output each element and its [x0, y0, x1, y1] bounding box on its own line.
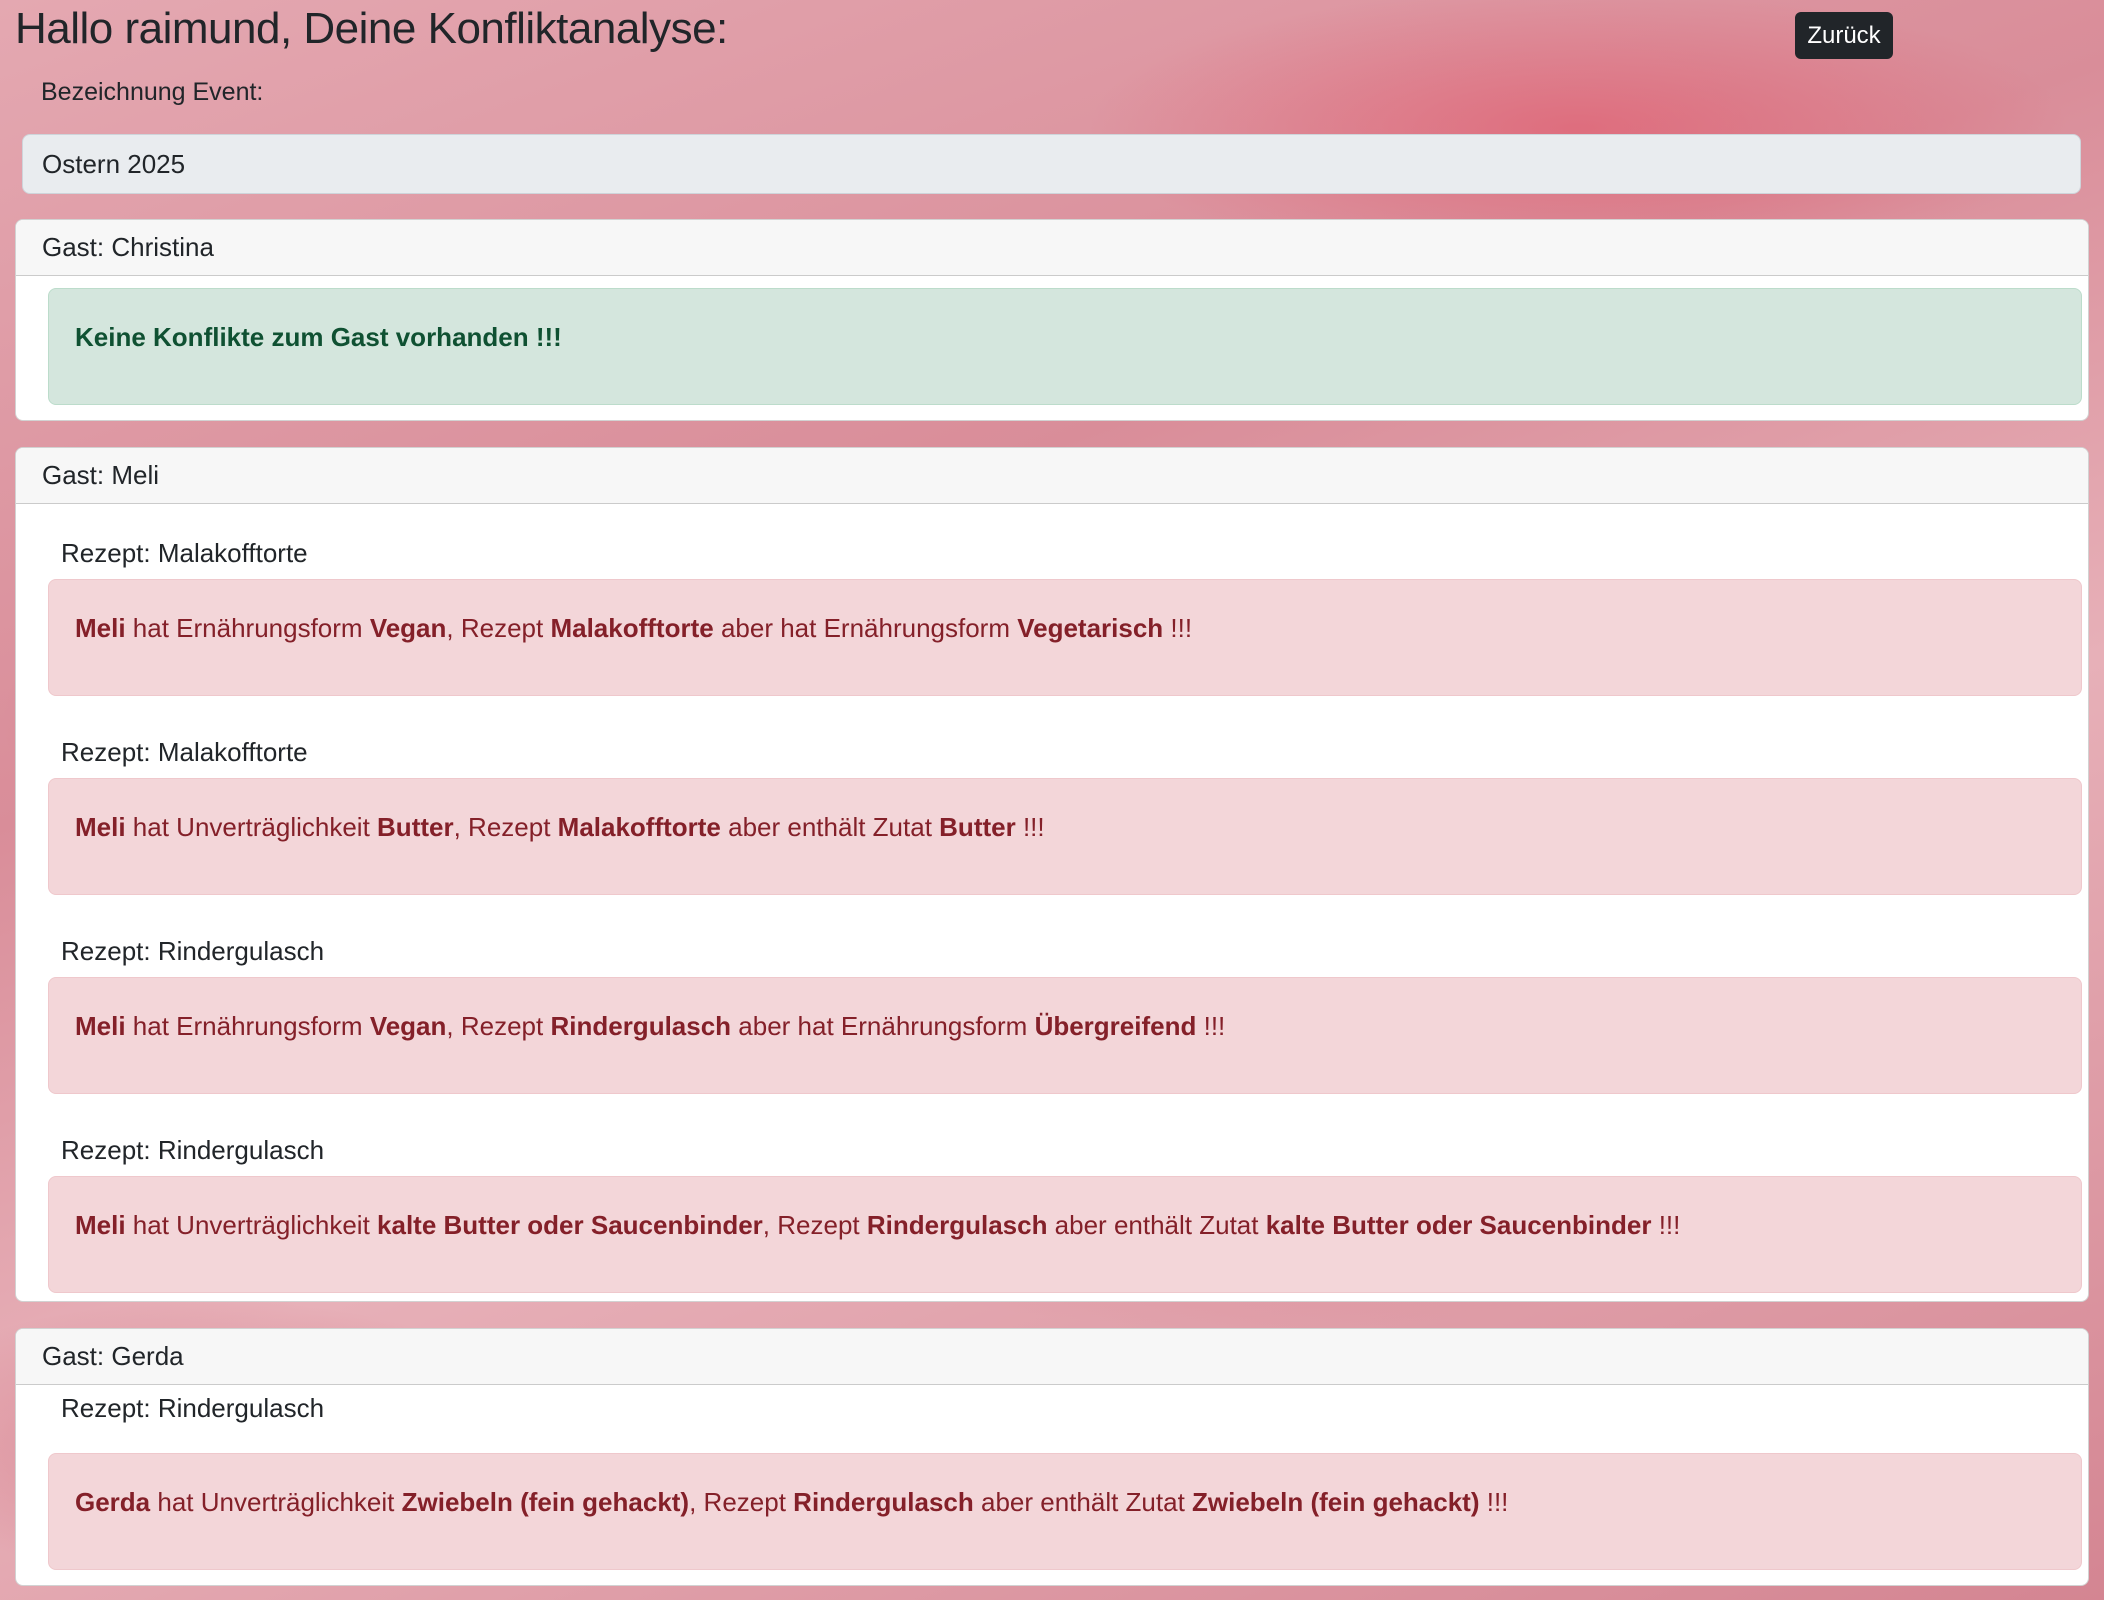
guest-card-christina: Gast: Christina Keine Konflikte zum Gast…: [15, 219, 2089, 421]
conflict-value: Butter: [939, 811, 1016, 842]
conflict-text: , Rezept: [446, 612, 551, 643]
conflict-value: Vegan: [369, 1010, 447, 1041]
conflict-text: aber enthält Zutat: [973, 1486, 1193, 1517]
page-title: Hallo raimund, Deine Konfliktanalyse:: [15, 4, 728, 53]
guest-card-header: Gast: Christina: [16, 220, 2088, 276]
guest-name: Gerda: [75, 1486, 151, 1517]
conflict-text: , Rezept: [762, 1209, 867, 1240]
conflict-value: Übergreifend: [1034, 1010, 1197, 1041]
conflict-alert: Meli hat Ernährungsform Vegan, Rezept Ma…: [48, 579, 2082, 696]
guest-name: Meli: [75, 811, 126, 842]
conflict-text: hat Unverträglichkeit: [125, 811, 378, 842]
recipe-name: Rindergulasch: [550, 1010, 732, 1041]
conflict-value: kalte Butter oder Saucenbinder: [1265, 1209, 1652, 1240]
recipe-label: Rezept: Malakofftorte: [61, 737, 308, 767]
guest-name: Meli: [75, 1010, 126, 1041]
conflict-value: Vegan: [369, 612, 447, 643]
conflict-value: kalte Butter oder Saucenbinder: [377, 1209, 763, 1240]
conflict-text: , Rezept: [453, 811, 558, 842]
conflict-value: Vegetarisch: [1017, 612, 1164, 643]
conflict-alert: Meli hat Unverträglichkeit kalte Butter …: [48, 1176, 2082, 1293]
guest-card-gerda: Gast: Gerda Rezept: Rindergulasch Gerda …: [15, 1328, 2089, 1586]
conflict-text: aber hat Ernährungsform: [713, 612, 1018, 643]
conflict-text: hat Ernährungsform: [125, 612, 370, 643]
recipe-name: Malakofftorte: [557, 811, 721, 842]
conflict-alert: Meli hat Ernährungsform Vegan, Rezept Ri…: [48, 977, 2082, 1094]
recipe-name: Rindergulasch: [866, 1209, 1048, 1240]
conflict-value: Zwiebeln (fein gehackt): [401, 1486, 690, 1517]
guest-card-header: Gast: Gerda: [16, 1329, 2088, 1385]
conflict-value: Butter: [377, 811, 454, 842]
conflict-text: aber enthält Zutat: [720, 811, 940, 842]
event-name-field[interactable]: [22, 134, 2081, 194]
conflict-text: !!!: [1479, 1486, 1509, 1517]
guest-name: Meli: [75, 1209, 126, 1240]
conflict-value: Zwiebeln (fein gehackt): [1192, 1486, 1480, 1517]
guest-card-meli: Gast: Meli Rezept: Malakofftorte Meli ha…: [15, 447, 2089, 1302]
no-conflict-alert: Keine Konflikte zum Gast vorhanden !!!: [48, 288, 2082, 405]
conflict-alert: Gerda hat Unverträglichkeit Zwiebeln (fe…: [48, 1453, 2082, 1570]
conflict-text: !!!: [1015, 811, 1045, 842]
conflict-text: hat Ernährungsform: [125, 1010, 370, 1041]
guest-card-header: Gast: Meli: [16, 448, 2088, 504]
conflict-text: hat Unverträglichkeit: [125, 1209, 378, 1240]
back-button[interactable]: Zurück: [1795, 12, 1893, 59]
recipe-name: Rindergulasch: [793, 1486, 974, 1517]
conflict-text: aber enthält Zutat: [1047, 1209, 1266, 1240]
recipe-label: Rezept: Rindergulasch: [61, 1393, 325, 1423]
guest-name: Meli: [75, 612, 126, 643]
recipe-label: Rezept: Rindergulasch: [61, 936, 325, 966]
conflict-text: , Rezept: [689, 1486, 794, 1517]
no-conflict-message: Keine Konflikte zum Gast vorhanden !!!: [75, 321, 562, 352]
conflict-text: aber hat Ernährungsform: [731, 1010, 1035, 1041]
conflict-text: !!!: [1651, 1209, 1681, 1240]
event-name-label: Bezeichnung Event:: [41, 78, 264, 106]
conflict-text: !!!: [1163, 612, 1193, 643]
recipe-label: Rezept: Malakofftorte: [61, 538, 308, 568]
conflict-text: , Rezept: [446, 1010, 551, 1041]
conflict-text: hat Unverträglichkeit: [150, 1486, 402, 1517]
recipe-name: Malakofftorte: [550, 612, 714, 643]
conflict-text: !!!: [1196, 1010, 1226, 1041]
conflict-alert: Meli hat Unverträglichkeit Butter, Rezep…: [48, 778, 2082, 895]
recipe-label: Rezept: Rindergulasch: [61, 1135, 325, 1165]
